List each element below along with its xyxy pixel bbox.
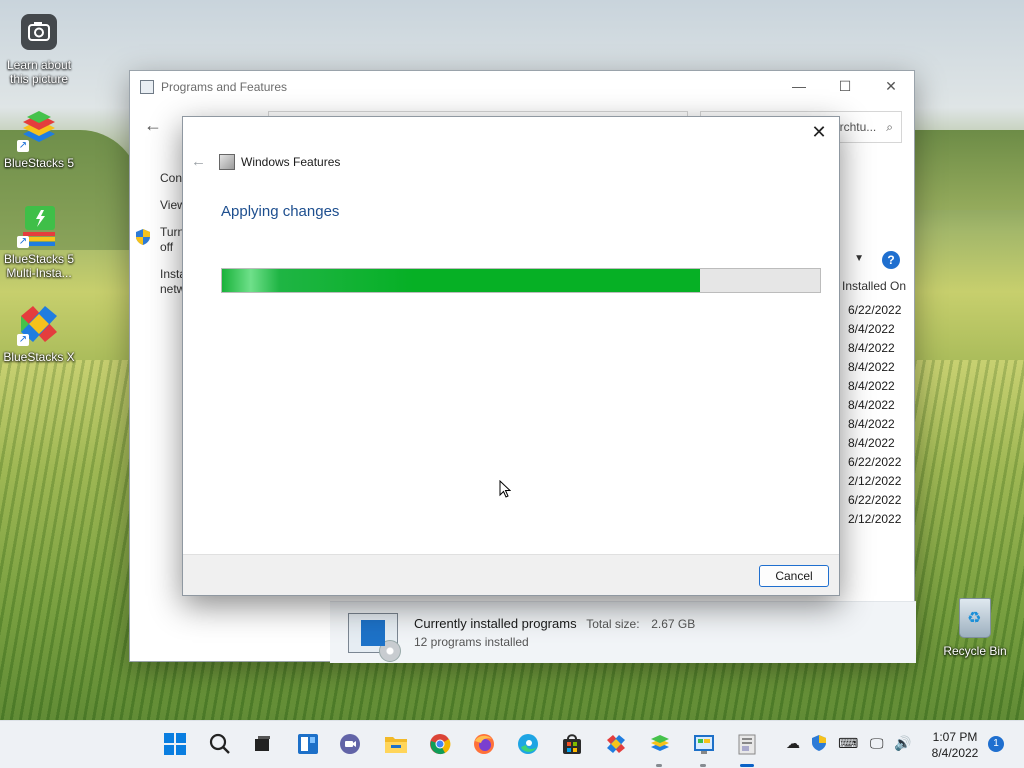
file-explorer-icon[interactable]: [383, 731, 409, 757]
taskbar: ☁ ⌨ 🖵 🔊 1:07 PM 8/4/2022: [0, 720, 1024, 768]
status-panel: Currently installed programs Total size:…: [330, 601, 916, 663]
desktop-icon-label: Learn about this picture: [6, 58, 72, 86]
installed-date-cell[interactable]: 8/4/2022: [848, 396, 901, 415]
desktop-icon-recycle-bin[interactable]: Recycle Bin: [940, 598, 1010, 658]
widgets-icon[interactable]: [295, 731, 321, 757]
installed-date-cell[interactable]: 8/4/2022: [848, 415, 901, 434]
installed-date-cell[interactable]: 2/12/2022: [848, 472, 901, 491]
active-indicator: [740, 764, 754, 767]
background-hill: [914, 130, 1024, 210]
installed-date-cell[interactable]: 2/12/2022: [848, 510, 901, 529]
dialog-close-button[interactable]: ✕: [805, 121, 833, 143]
notification-badge[interactable]: 1: [988, 736, 1004, 752]
windows-features-icon: [219, 154, 235, 170]
dialog-title: Windows Features: [241, 155, 341, 169]
column-header-installed-on[interactable]: Installed On: [842, 279, 916, 293]
camera-icon: [17, 10, 61, 54]
chrome-icon[interactable]: [427, 731, 453, 757]
status-title: Currently installed programs: [414, 616, 577, 631]
window-title: Programs and Features: [161, 80, 288, 94]
mouse-cursor-icon: [499, 480, 511, 498]
recycle-bin-icon: [959, 598, 991, 638]
desktop-icon-label: BlueStacks X: [3, 350, 75, 364]
progress-fill: [222, 269, 701, 292]
clock-time: 1:07 PM: [932, 730, 978, 744]
program-count: 12 programs installed: [414, 635, 529, 649]
desktop-icon-bluestacks-x[interactable]: ↗ BlueStacks X: [1, 302, 77, 364]
running-indicator: [700, 764, 706, 767]
desktop-icon-bluestacks5[interactable]: ↗ BlueStacks 5: [1, 108, 77, 170]
close-button[interactable]: ✕: [868, 71, 914, 101]
progress-bar: [221, 268, 821, 293]
disc-icon: [379, 639, 401, 662]
shortcut-arrow-icon: ↗: [17, 140, 29, 152]
task-view-icon[interactable]: [249, 731, 275, 757]
total-size-value: 2.67 GB: [651, 617, 696, 631]
help-icon[interactable]: ?: [882, 251, 900, 269]
installed-dates-column: 6/22/2022 8/4/2022 8/4/2022 8/4/2022 8/4/202…: [848, 301, 901, 529]
installed-date-cell[interactable]: 8/4/2022: [848, 358, 901, 377]
windows-features-taskbar-icon[interactable]: [734, 731, 760, 757]
control-panel-icon: [140, 80, 154, 94]
security-shield-icon[interactable]: [812, 735, 826, 754]
bluestacks-x-icon: ↗: [17, 302, 61, 346]
dialog-footer: Cancel: [183, 554, 839, 595]
back-arrow-icon[interactable]: ←: [144, 115, 162, 136]
total-size-label: Total size:: [586, 617, 640, 631]
recycle-bin-label: Recycle Bin: [943, 644, 1007, 658]
windows-logo-icon: [164, 733, 186, 755]
dialog-heading: Applying changes: [221, 203, 340, 220]
firefox-icon[interactable]: [471, 731, 497, 757]
installed-date-cell[interactable]: 8/4/2022: [848, 320, 901, 339]
installed-date-cell[interactable]: 8/4/2022: [848, 377, 901, 396]
programs-icon: [348, 612, 401, 662]
installed-date-cell[interactable]: 8/4/2022: [848, 434, 901, 453]
installed-date-cell[interactable]: 6/22/2022: [848, 491, 901, 510]
bluestacks-x-taskbar-icon[interactable]: [603, 731, 629, 757]
shortcut-arrow-icon: ↗: [17, 236, 29, 248]
control-panel-taskbar-icon[interactable]: [691, 731, 717, 757]
installed-date-cell[interactable]: 8/4/2022: [848, 339, 901, 358]
clock[interactable]: 1:07 PM 8/4/2022: [920, 729, 990, 761]
desktop-icon-learn-picture[interactable]: Learn about this picture: [1, 10, 77, 86]
cancel-button[interactable]: Cancel: [759, 565, 829, 587]
installed-date-cell[interactable]: 6/22/2022: [848, 453, 901, 472]
desktop-icon-label: BlueStacks 5 Multi-Insta...: [3, 252, 75, 280]
teams-chat-icon[interactable]: [337, 731, 363, 757]
shortcut-arrow-icon: ↗: [17, 334, 29, 346]
search-taskbar-icon[interactable]: [207, 731, 233, 757]
clock-date: 8/4/2022: [931, 746, 979, 760]
view-dropdown-icon[interactable]: ▼: [854, 253, 864, 264]
maximize-button[interactable]: ☐: [822, 71, 868, 101]
bluestacks5-taskbar-icon[interactable]: [647, 731, 673, 757]
installed-date-cell[interactable]: 6/22/2022: [848, 301, 901, 320]
bluestacks-multi-icon: ↗: [17, 204, 61, 248]
microsoft-store-icon[interactable]: [559, 731, 585, 757]
minimize-button[interactable]: —: [776, 71, 822, 101]
uac-shield-icon: [136, 229, 150, 245]
network-icon[interactable]: 🖵: [870, 735, 884, 752]
start-button[interactable]: [162, 731, 188, 757]
windows-features-dialog: ✕ ← Windows Features Applying changes Ca…: [182, 116, 840, 596]
keyboard-icon[interactable]: ⌨: [838, 735, 858, 752]
running-indicator: [656, 764, 662, 767]
search-icon: ⌕: [886, 119, 893, 134]
volume-icon[interactable]: 🔊: [894, 735, 911, 752]
desktop-icon-label: BlueStacks 5: [3, 156, 75, 170]
onedrive-icon[interactable]: ☁: [786, 735, 800, 752]
bluestacks-icon: ↗: [17, 108, 61, 152]
desktop-icon-bluestacks-multi[interactable]: ↗ BlueStacks 5 Multi-Insta...: [1, 204, 77, 280]
edge-icon[interactable]: [515, 731, 541, 757]
dialog-back-arrow-icon: ←: [191, 153, 206, 170]
